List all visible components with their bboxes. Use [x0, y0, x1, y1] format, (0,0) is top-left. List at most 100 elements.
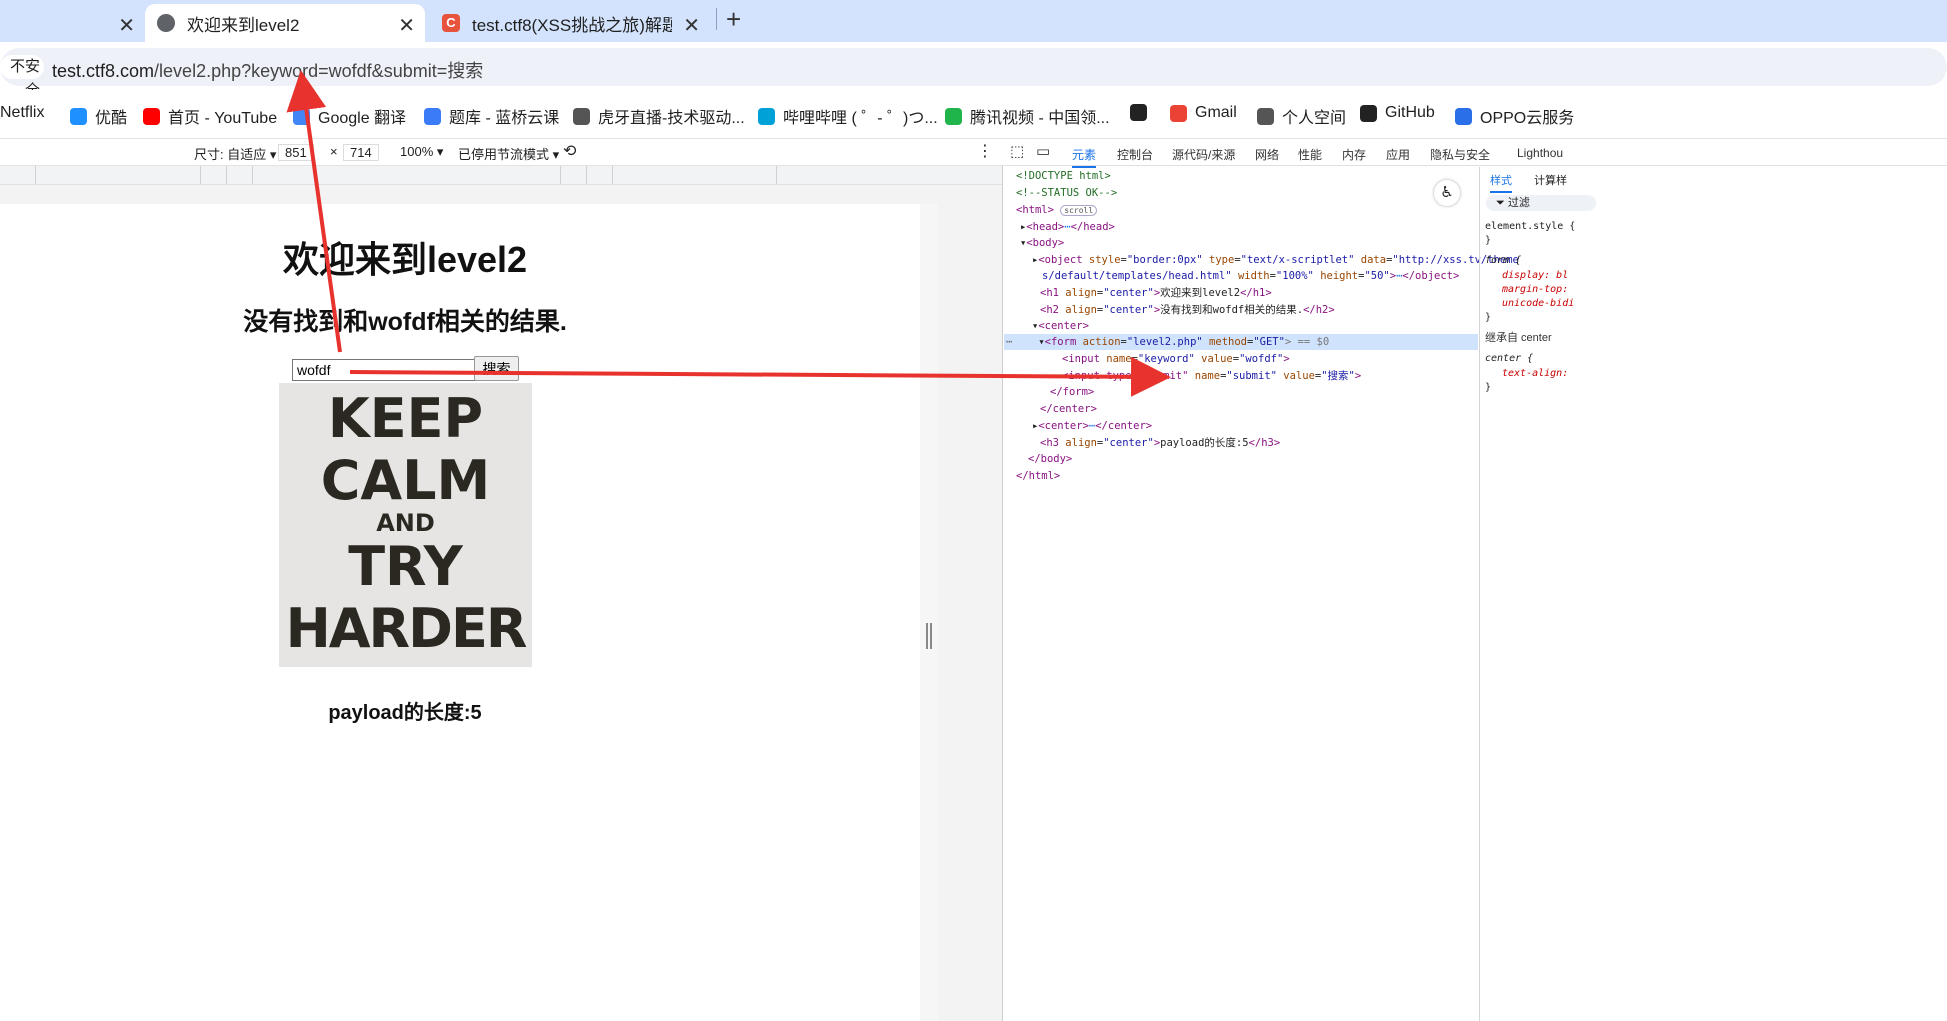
dimensions-select[interactable]: 尺寸: 自适应 ▾ [194, 144, 276, 163]
poster-line: AND [376, 509, 435, 537]
tab-level2[interactable]: 欢迎来到level2 ✕ [145, 4, 425, 42]
bookmark-8[interactable] [1130, 104, 1155, 121]
tab-computed[interactable]: 计算样 [1534, 173, 1567, 189]
dom-h1[interactable]: <h1 [1040, 287, 1065, 299]
tab-console[interactable]: 控制台 [1117, 146, 1153, 163]
tab-memory[interactable]: 内存 [1342, 146, 1366, 163]
rotate-icon[interactable]: ⟲ [563, 141, 576, 161]
close-icon[interactable]: ✕ [683, 13, 700, 38]
tab-0[interactable]: ✕ [0, 4, 145, 42]
page-scrollbar[interactable] [920, 204, 938, 1021]
close-icon[interactable]: ✕ [118, 13, 135, 38]
scroll-badge[interactable]: scroll [1060, 205, 1098, 216]
throttle-select[interactable]: 已停用节流模式 ▾ [458, 144, 559, 163]
bookmark-5[interactable]: 虎牙直播-技术驱动... [573, 104, 745, 128]
bookmark-label: 个人空间 [1282, 110, 1347, 127]
inspect-icon[interactable]: ⬚ [1010, 142, 1024, 160]
style-rule-line: center { [1485, 353, 1534, 364]
tab-strip: ✕ 欢迎来到level2 ✕ C test.ctf8(XSS挑战之旅)解题记录 … [0, 0, 1947, 42]
omnibox[interactable]: 不安全 test.ctf8.com/level2.php?keyword=wof… [0, 48, 1947, 99]
bookmark-1[interactable]: 优酷 [70, 104, 127, 128]
csdn-icon: C [442, 14, 460, 32]
tab-performance[interactable]: 性能 [1298, 146, 1322, 163]
tab-elements[interactable]: 元素 [1072, 146, 1097, 168]
security-chip[interactable]: 不安全 [0, 55, 44, 99]
bookmark-12[interactable]: OPPO云服务 [1455, 104, 1574, 128]
bookmark-11[interactable]: GitHub [1360, 104, 1435, 122]
tab-styles[interactable]: 样式 [1490, 173, 1512, 193]
bookmark-label: 哔哩哔哩 ( ゜- ゜)つ... [783, 110, 938, 127]
dom-comment: <!--STATUS OK--> [1016, 187, 1118, 199]
bookmark-label: Netflix [0, 104, 45, 121]
style-rule-line: } [1485, 382, 1492, 393]
bookmark-7[interactable]: 腾讯视频 - 中国领... [945, 104, 1110, 128]
huya-icon [573, 107, 590, 125]
bilibili-icon [758, 107, 775, 125]
inherited-from: 继承自 center [1485, 332, 1552, 344]
oppo-cloud-icon [1455, 107, 1472, 125]
result-message: 没有找到和wofdf相关的结果. [243, 308, 567, 336]
dom-input-submit[interactable]: <input type="submit" [1062, 370, 1195, 382]
resize-handle[interactable] [926, 623, 932, 649]
bookmark-label: Google 翻译 [318, 110, 407, 127]
bookmarks-bar: Netflix 优酷 首页 - YouTube Google 翻译 题库 - 蓝桥云课 虎… [0, 90, 1947, 139]
bookmark-label: 虎牙直播-技术驱动... [598, 110, 745, 127]
address-row: 不安全 test.ctf8.com/level2.php?keyword=wof… [0, 42, 1947, 99]
close-icon[interactable]: ✕ [398, 13, 415, 38]
tab-privacy-security[interactable]: 隐私与安全 [1430, 146, 1490, 163]
style-prop: unicode-bidi [1502, 298, 1575, 309]
url-text[interactable]: test.ctf8.com/level2.php?keyword=wofdf&s… [52, 57, 483, 83]
url-host: test.ctf8.com [52, 61, 155, 81]
devtools-tabbar: ⬚ ▭ 元素 控制台 源代码/来源 网络 性能 内存 应用 隐私与安全 Ligh… [1002, 139, 1947, 168]
poster-line: HARDER [285, 597, 528, 660]
dom-h2[interactable]: <h2 [1040, 304, 1065, 316]
github-icon [1360, 104, 1377, 122]
bookmark-10[interactable]: 个人空间 [1257, 104, 1346, 128]
dom-doctype: <!DOCTYPE html> [1016, 170, 1111, 182]
accessibility-tree-icon[interactable]: ♿ [1434, 180, 1460, 206]
tab-network[interactable]: 网络 [1255, 146, 1279, 163]
dom-center-2[interactable]: <center> [1038, 420, 1089, 432]
dom-center-close: </center> [1040, 403, 1097, 415]
style-prop: text-align: [1502, 368, 1569, 379]
dom-form-selected[interactable]: <form [1045, 336, 1083, 348]
bookmark-label: 题库 - 蓝桥云课 [449, 110, 560, 127]
height-input[interactable]: 714 [343, 144, 379, 161]
bookmark-3[interactable]: Google 翻译 [293, 104, 406, 128]
globe-icon [157, 14, 175, 32]
tencent-video-icon [945, 107, 962, 125]
more-options-icon[interactable]: ⋮ [977, 141, 993, 161]
bookmark-9[interactable]: Gmail [1170, 104, 1237, 122]
dom-input-keyword[interactable]: <input [1062, 353, 1106, 365]
dom-body[interactable]: <body> [1026, 237, 1064, 249]
tab-application[interactable]: 应用 [1386, 146, 1410, 163]
bookmark-0[interactable]: Netflix [0, 104, 44, 122]
url-path: /level2.php?keyword=wofdf&submit=搜索 [154, 61, 484, 81]
bookmark-2[interactable]: 首页 - YouTube [143, 104, 277, 128]
dom-head[interactable]: <head> [1026, 221, 1064, 233]
search-button[interactable]: 搜索 [474, 356, 519, 381]
filter-icon: ⏷ [1496, 197, 1508, 209]
tab-ctf8-writeup[interactable]: C test.ctf8(XSS挑战之旅)解题记录 ✕ [430, 4, 710, 42]
dom-html[interactable]: <html> [1016, 204, 1054, 216]
globe-icon [1257, 107, 1274, 125]
new-tab-button[interactable]: + [726, 4, 741, 35]
zoom-select[interactable]: 100% ▾ [400, 144, 443, 160]
device-toggle-icon[interactable]: ▭ [1036, 142, 1050, 160]
keyword-input[interactable] [292, 359, 478, 381]
poster-line: TRY [348, 535, 463, 598]
bookmark-6[interactable]: 哔哩哔哩 ( ゜- ゜)つ... [758, 104, 938, 128]
dom-h3[interactable]: <h3 [1040, 437, 1065, 449]
keep-calm-poster: KEEP CALM AND TRY HARDER [279, 383, 532, 667]
tab-divider [716, 8, 717, 30]
width-input[interactable]: 851 [278, 144, 314, 161]
times-label: × [330, 144, 338, 159]
style-rule-line: } [1485, 312, 1492, 323]
bookmark-label: 首页 - YouTube [168, 110, 278, 127]
bookmark-label: 腾讯视频 - 中国领... [970, 110, 1110, 127]
tab-lighthouse[interactable]: Lighthou [1517, 146, 1563, 160]
tab-sources[interactable]: 源代码/来源 [1172, 146, 1235, 163]
styles-filter[interactable]: ⏷ 过滤 [1486, 195, 1596, 211]
dom-center[interactable]: <center> [1038, 320, 1089, 332]
bookmark-4[interactable]: 题库 - 蓝桥云课 [424, 104, 559, 128]
